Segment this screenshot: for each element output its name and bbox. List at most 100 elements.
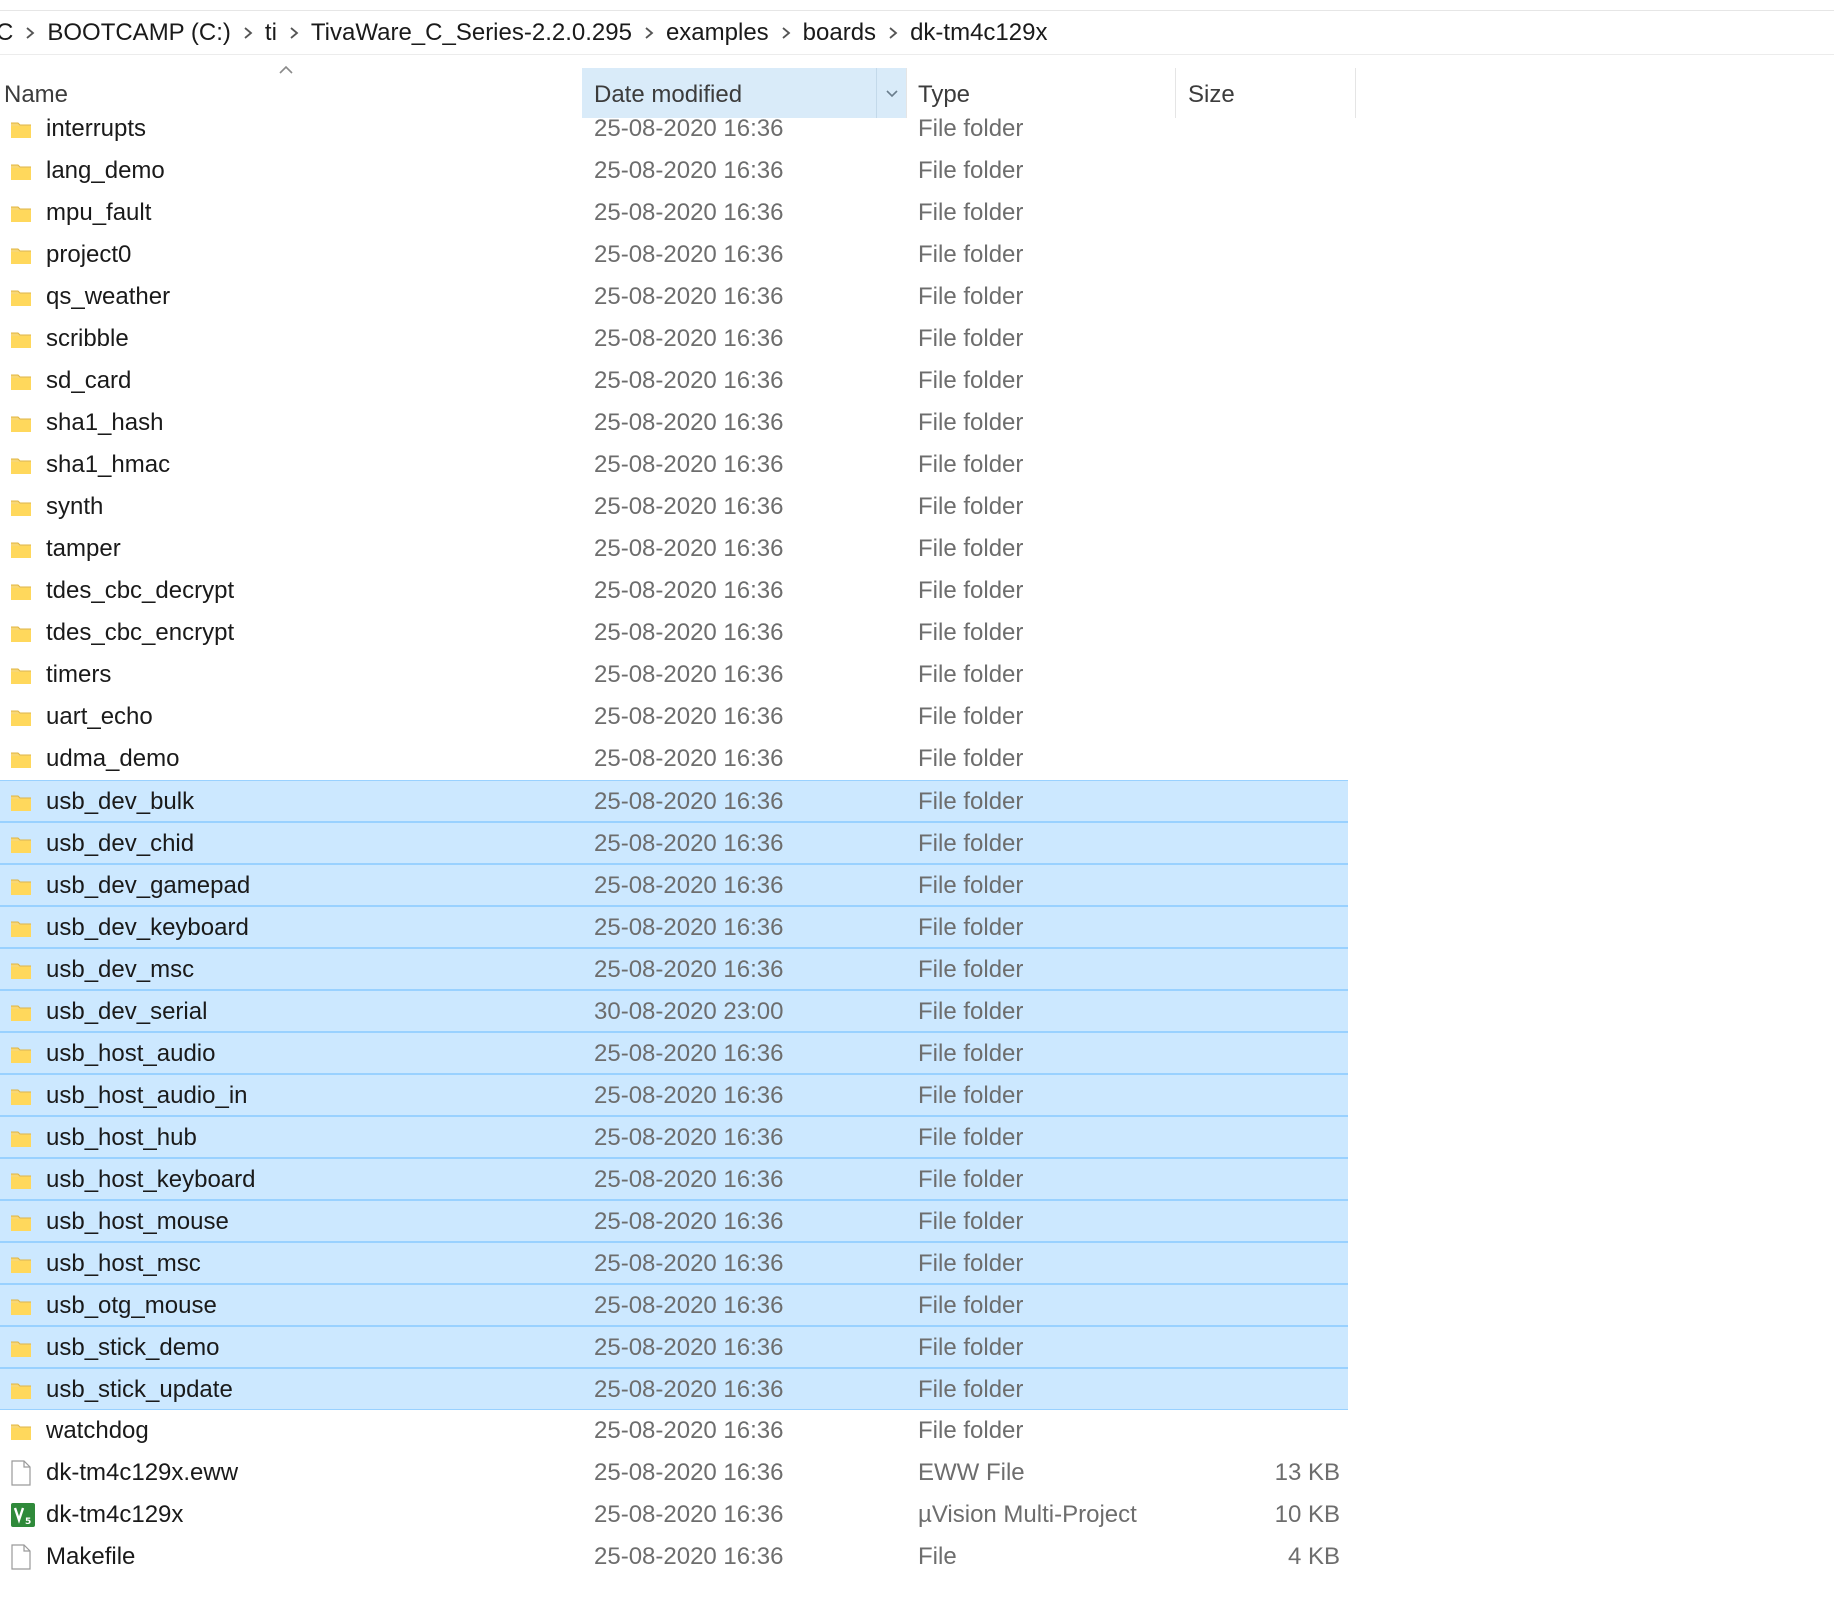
file-size (1188, 402, 1340, 444)
file-date-modified: 25-08-2020 16:36 (594, 1334, 784, 1361)
chevron-right-icon[interactable] (773, 26, 799, 40)
folder-icon (10, 1369, 36, 1411)
uvision-project-icon: 5 (10, 1494, 36, 1536)
folder-icon (10, 1075, 36, 1117)
column-divider[interactable] (1355, 68, 1356, 118)
breadcrumb-item[interactable]: TivaWare_C_Series-2.2.0.295 (307, 19, 636, 47)
file-size: 13 KB (1274, 1459, 1340, 1486)
file-row[interactable]: 5 dk-tm4c129x 25-08-2020 16:36 µVision Mult… (0, 1494, 1348, 1536)
file-row[interactable]: watchdog 25-08-2020 16:36 File folder (0, 1410, 1348, 1452)
file-row[interactable]: Makefile 25-08-2020 16:36 File 4 KB (0, 1536, 1348, 1578)
breadcrumb-item[interactable]: examples (662, 19, 773, 47)
breadcrumb-item[interactable]: BOOTCAMP (C:) (43, 19, 235, 47)
file-date-modified: 25-08-2020 16:36 (594, 409, 784, 436)
file-row[interactable]: dk-tm4c129x.eww 25-08-2020 16:36 EWW File 1… (0, 1452, 1348, 1494)
file-name: timers (46, 661, 112, 688)
file-date-modified: 25-08-2020 16:36 (594, 577, 784, 604)
chevron-right-icon[interactable] (235, 26, 261, 40)
file-row[interactable]: scribble 25-08-2020 16:36 File folder (0, 318, 1348, 360)
file-row[interactable]: usb_host_hub 25-08-2020 16:36 File folder (0, 1116, 1348, 1158)
file-row[interactable]: interrupts 25-08-2020 16:36 File folder (0, 108, 1348, 150)
file-size (1188, 696, 1340, 738)
file-type: File folder (918, 1040, 1024, 1067)
chevron-right-icon[interactable] (17, 26, 43, 40)
file-row[interactable]: usb_dev_msc 25-08-2020 16:36 File folder (0, 948, 1348, 990)
file-row[interactable]: lang_demo 25-08-2020 16:36 File folder (0, 150, 1348, 192)
folder-icon (10, 612, 36, 654)
file-row[interactable]: usb_stick_update 25-08-2020 16:36 File fol… (0, 1368, 1348, 1410)
file-row[interactable]: usb_dev_serial 30-08-2020 23:00 File folde… (0, 990, 1348, 1032)
file-type: File folder (918, 745, 1024, 772)
file-name: udma_demo (46, 745, 180, 772)
file-date-modified: 25-08-2020 16:36 (594, 1417, 784, 1444)
folder-icon (10, 1243, 36, 1285)
file-size (1188, 1201, 1340, 1243)
file-row[interactable]: tamper 25-08-2020 16:36 File folder (0, 528, 1348, 570)
breadcrumb-item[interactable]: dk-tm4c129x (906, 19, 1051, 47)
file-row[interactable]: usb_dev_bulk 25-08-2020 16:36 File folder (0, 780, 1348, 822)
folder-icon (10, 528, 36, 570)
folder-icon (10, 991, 36, 1033)
folder-icon (10, 402, 36, 444)
folder-icon (10, 949, 36, 991)
file-row[interactable]: usb_host_audio_in 25-08-2020 16:36 File fo… (0, 1074, 1348, 1116)
file-row[interactable]: usb_host_msc 25-08-2020 16:36 File folder (0, 1242, 1348, 1284)
file-name: usb_stick_update (46, 1376, 233, 1403)
file-size (1188, 1117, 1340, 1159)
file-name: usb_dev_gamepad (46, 872, 251, 899)
file-row[interactable]: udma_demo 25-08-2020 16:36 File folder (0, 738, 1348, 780)
folder-icon (10, 781, 36, 823)
file-row[interactable]: tdes_cbc_decrypt 25-08-2020 16:36 File fol… (0, 570, 1348, 612)
file-row[interactable]: usb_dev_gamepad 25-08-2020 16:36 File fold… (0, 864, 1348, 906)
file-row[interactable]: usb_host_audio 25-08-2020 16:36 File folde… (0, 1032, 1348, 1074)
file-date-modified: 25-08-2020 16:36 (594, 1250, 784, 1277)
file-row[interactable]: timers 25-08-2020 16:36 File folder (0, 654, 1348, 696)
folder-icon (10, 1410, 36, 1452)
file-size (1188, 528, 1340, 570)
file-row[interactable]: tdes_cbc_encrypt 25-08-2020 16:36 File fol… (0, 612, 1348, 654)
file-type: File folder (918, 1166, 1024, 1193)
file-row[interactable]: usb_stick_demo 25-08-2020 16:36 File folde… (0, 1326, 1348, 1368)
file-size (1188, 612, 1340, 654)
file-type: File folder (918, 1082, 1024, 1109)
file-date-modified: 25-08-2020 16:36 (594, 661, 784, 688)
file-size (1188, 486, 1340, 528)
file-date-modified: 25-08-2020 16:36 (594, 1166, 784, 1193)
file-row[interactable]: qs_weather 25-08-2020 16:36 File folder (0, 276, 1348, 318)
chevron-right-icon[interactable] (281, 26, 307, 40)
folder-icon (10, 738, 36, 780)
file-row[interactable]: usb_host_mouse 25-08-2020 16:36 File folde… (0, 1200, 1348, 1242)
chevron-right-icon[interactable] (880, 26, 906, 40)
breadcrumb[interactable]: C BOOTCAMP (C:) ti TivaWare_C_Series-2.2.0.… (0, 12, 1834, 55)
file-row[interactable]: sd_card 25-08-2020 16:36 File folder (0, 360, 1348, 402)
folder-icon (10, 865, 36, 907)
folder-icon (10, 1201, 36, 1243)
file-type: File folder (918, 1417, 1024, 1444)
breadcrumb-item[interactable]: C (0, 19, 17, 47)
file-name: usb_host_hub (46, 1124, 197, 1151)
breadcrumb-item[interactable]: ti (261, 19, 281, 47)
file-row[interactable]: usb_otg_mouse 25-08-2020 16:36 File folder (0, 1284, 1348, 1326)
file-row[interactable]: mpu_fault 25-08-2020 16:36 File folder (0, 192, 1348, 234)
file-row[interactable]: sha1_hmac 25-08-2020 16:36 File folder (0, 444, 1348, 486)
file-type: File folder (918, 115, 1024, 142)
file-name: mpu_fault (46, 199, 152, 226)
chevron-right-icon[interactable] (636, 26, 662, 40)
breadcrumb-item[interactable]: boards (799, 19, 880, 47)
file-row[interactable]: sha1_hash 25-08-2020 16:36 File folder (0, 402, 1348, 444)
file-type: File folder (918, 830, 1024, 857)
file-name: usb_host_keyboard (46, 1166, 256, 1193)
file-date-modified: 25-08-2020 16:36 (594, 451, 784, 478)
file-row[interactable]: uart_echo 25-08-2020 16:36 File folder (0, 696, 1348, 738)
file-row[interactable]: usb_host_keyboard 25-08-2020 16:36 File fo… (0, 1158, 1348, 1200)
file-row[interactable]: synth 25-08-2020 16:36 File folder (0, 486, 1348, 528)
file-date-modified: 25-08-2020 16:36 (594, 367, 784, 394)
file-size (1188, 360, 1340, 402)
file-date-modified: 25-08-2020 16:36 (594, 703, 784, 730)
file-date-modified: 25-08-2020 16:36 (594, 115, 784, 142)
file-row[interactable]: usb_dev_keyboard 25-08-2020 16:36 File fol… (0, 906, 1348, 948)
file-size (1188, 1285, 1340, 1327)
folder-icon (10, 1285, 36, 1327)
file-row[interactable]: project0 25-08-2020 16:36 File folder (0, 234, 1348, 276)
file-row[interactable]: usb_dev_chid 25-08-2020 16:36 File folder (0, 822, 1348, 864)
